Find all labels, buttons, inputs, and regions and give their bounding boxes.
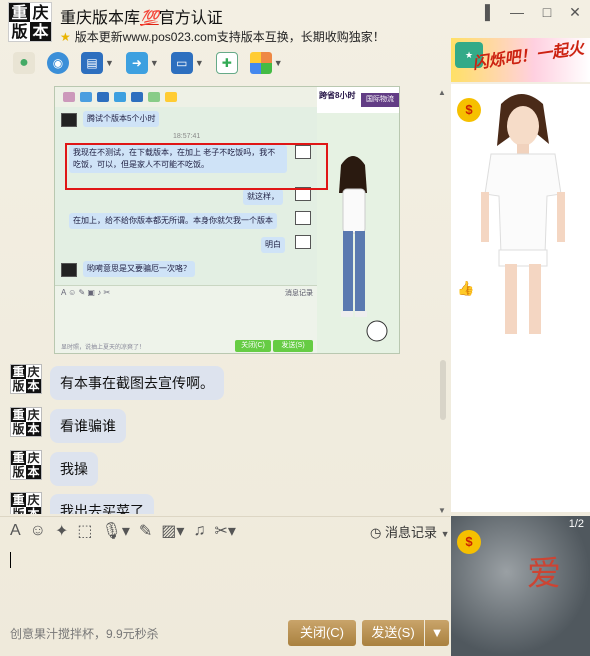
microphone-icon: ●	[13, 52, 35, 74]
ad-text: 闪烁吧！一起火	[471, 40, 585, 73]
apps-button[interactable]: ▼	[247, 49, 286, 77]
camera-icon: ◉	[47, 52, 69, 74]
avatar[interactable]: 重庆版本	[10, 492, 42, 514]
character-figure-icon	[339, 156, 388, 342]
file-transfer-icon	[114, 92, 126, 102]
message-item: 重庆版本 我操	[10, 450, 98, 486]
message-bubble[interactable]: 我操	[50, 452, 98, 486]
maximize-button[interactable]: □	[536, 4, 558, 22]
skin-icon[interactable]: ▐	[474, 4, 496, 22]
voice-call-button[interactable]: ●	[10, 49, 38, 77]
video-call-button[interactable]: ◉	[44, 49, 72, 77]
avatar	[295, 235, 311, 249]
scissors-icon[interactable]: ✂▾	[214, 521, 235, 541]
close-chat-button[interactable]: 关闭(C)	[288, 620, 356, 646]
message-item: 重庆版本 我出去买菜了	[10, 492, 154, 514]
screenshot-chat: 腾试个版本5个小时 18:57:41 我现在不测试，在下载版本，在加上 老子不吃…	[55, 107, 317, 285]
screen-share-icon: ▤	[81, 52, 103, 74]
send-button[interactable]: 发送(S)	[362, 620, 424, 646]
promo-link[interactable]: 创意果汁搅拌杯，9.9元秒杀	[10, 625, 159, 642]
avatar[interactable]: 重庆版本	[10, 450, 42, 480]
message-bubble[interactable]: 看谁骗谁	[50, 409, 126, 443]
scroll-up-arrow-icon[interactable]: ▲	[438, 88, 446, 97]
screen-share-icon	[97, 92, 109, 102]
thumbs-up-icon[interactable]: 👍	[457, 280, 474, 296]
remote-desktop-icon	[131, 92, 143, 102]
page-indicator: 1/2	[568, 518, 584, 530]
game-coin-icon[interactable]: $	[457, 530, 481, 554]
avatar	[61, 113, 77, 127]
magic-wand-icon[interactable]: ✦	[55, 521, 68, 541]
screen-share-button[interactable]: ▤ ▼	[78, 49, 117, 77]
message-history[interactable]: 跨省8小时 国际物流 腾试个版本5个小时 18:57:41 我现在不测试，在下载…	[0, 82, 450, 514]
message-item: 重庆版本 看谁骗谁	[10, 407, 126, 443]
photo-panel[interactable]: 1/2 $ 爱	[451, 516, 590, 656]
scroll-down-arrow-icon[interactable]: ▼	[438, 506, 446, 515]
message-item: 重庆版本 有本事在截图去宣传啊。	[10, 364, 224, 400]
hundred-emoji-icon: 💯	[140, 10, 159, 27]
voice-message-icon[interactable]: 🎙▾	[102, 521, 130, 541]
chevron-down-icon: ▼	[430, 625, 444, 640]
avatar[interactable]: 重庆版本	[10, 364, 42, 394]
microphone-icon	[63, 92, 75, 102]
highlight-box	[65, 143, 328, 190]
contact-show-panel[interactable]: $ 👍	[451, 84, 590, 512]
close-button[interactable]: ✕	[564, 4, 586, 22]
file-transfer-icon: ➜	[125, 52, 148, 74]
edit-icon[interactable]: ✎	[139, 521, 152, 541]
photo-text: 爱	[527, 554, 561, 594]
character-figure-icon	[481, 94, 565, 334]
message-history-button[interactable]: ◷ 消息记录 ▼	[370, 522, 450, 541]
file-transfer-button[interactable]: ➜ ▼	[123, 49, 162, 77]
scrollbar-thumb[interactable]	[440, 360, 446, 420]
contact-name-text: 重庆版本库	[60, 10, 141, 27]
chat-toolbar: ● ◉ ▤ ▼ ➜ ▼ ▭ ▼ ✚ ▼	[0, 46, 450, 80]
camera-icon	[80, 92, 92, 102]
signature: ★ 版本更新www.pos023.com支持版本互换，长期收购独家！	[60, 30, 385, 44]
invite-button[interactable]: ✚	[213, 49, 241, 77]
contact-verified-text: 官方认证	[158, 10, 223, 27]
text-cursor	[10, 552, 11, 568]
clock-icon: ◷	[370, 525, 382, 540]
screenshot-character-panel	[317, 113, 399, 353]
contact-name[interactable]: 重庆版本库💯官方认证	[60, 4, 223, 28]
music-icon[interactable]: ♫	[193, 522, 205, 540]
chevron-down-icon[interactable]: ▼	[105, 58, 114, 68]
send-options-button[interactable]: ▼	[425, 620, 449, 646]
avatar	[61, 263, 77, 277]
screenshot-ad: 跨省8小时 国际物流	[317, 87, 399, 113]
image-icon[interactable]: ▨▾	[161, 521, 184, 541]
font-icon[interactable]: A	[10, 522, 21, 540]
message-input[interactable]	[0, 544, 450, 614]
ad-banner[interactable]: ★ 闪烁吧！一起火	[451, 38, 590, 82]
screenshot-input-area: A ☺ ✎ ▣ ♪ ✂ 消息记录 显时照，说抽上夏天的凉爽了！ 关闭(C) 发送…	[55, 285, 317, 353]
remote-desktop-icon: ▭	[170, 52, 193, 74]
chevron-down-icon[interactable]: ▼	[150, 58, 159, 68]
shared-screenshot-image[interactable]: 跨省8小时 国际物流 腾试个版本5个小时 18:57:41 我现在不测试，在下载…	[54, 86, 400, 354]
chevron-down-icon[interactable]: ▼	[274, 58, 283, 68]
emoji-icon[interactable]: ☺	[30, 522, 46, 540]
apps-grid-icon	[249, 52, 272, 74]
chat-add-icon	[148, 92, 160, 102]
message-bubble[interactable]: 有本事在截图去宣传啊。	[50, 366, 224, 400]
chat-add-icon: ✚	[215, 52, 238, 74]
chevron-down-icon[interactable]: ▼	[195, 58, 204, 68]
screenshot-icon[interactable]: ⬚	[77, 521, 92, 541]
avatar	[295, 211, 311, 225]
contact-avatar[interactable]: 重庆 版本	[8, 2, 52, 42]
star-icon: ★	[60, 30, 71, 44]
apps-grid-icon	[165, 92, 177, 102]
message-bubble[interactable]: 我出去买菜了	[50, 494, 154, 514]
avatar[interactable]: 重庆版本	[10, 407, 42, 437]
minimize-button[interactable]: —	[506, 4, 528, 22]
chevron-down-icon: ▼	[440, 529, 450, 539]
remote-desktop-button[interactable]: ▭ ▼	[168, 49, 207, 77]
